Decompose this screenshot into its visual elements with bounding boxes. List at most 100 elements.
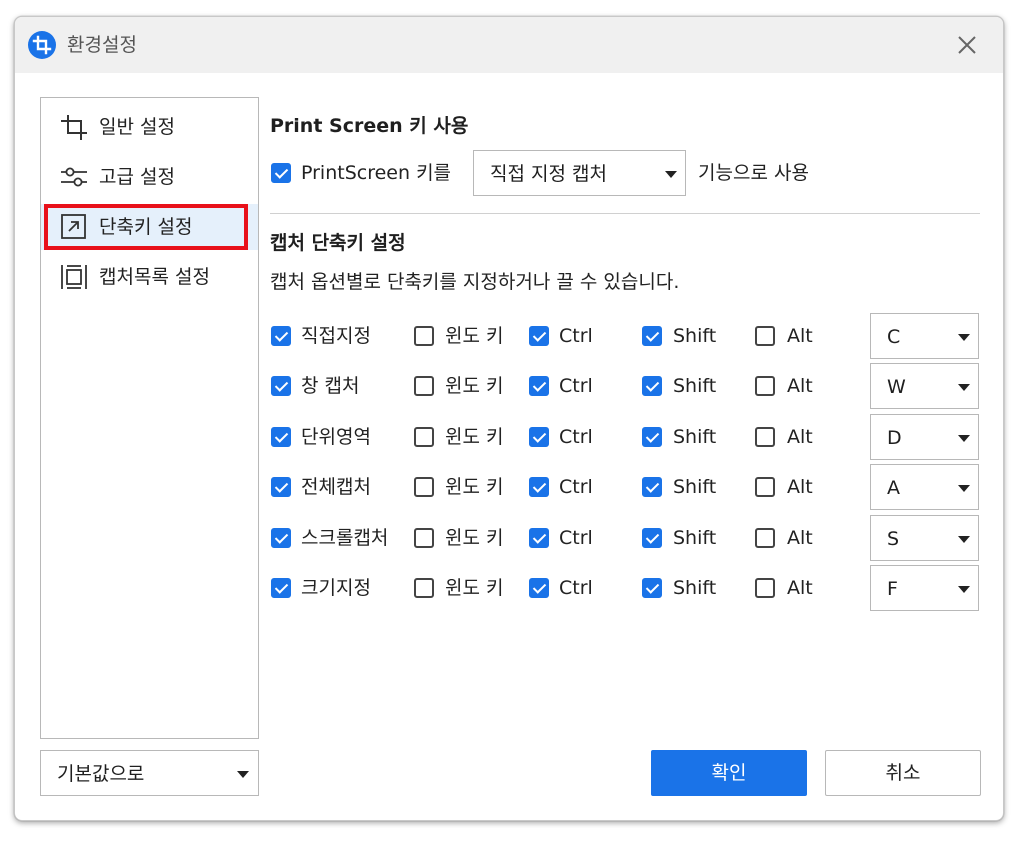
divider <box>270 213 980 214</box>
win-key-checkbox[interactable] <box>414 326 434 346</box>
chevron-down-icon <box>958 485 970 492</box>
shortcut-key-value: S <box>887 528 900 550</box>
sidebar: 일반 설정 고급 설정 단축키 설정 캡처목록 설정 <box>40 97 259 739</box>
alt-label: Alt <box>787 426 813 448</box>
shortcut-section-title: 캡처 단축키 설정 <box>270 232 406 254</box>
shortcut-key-select[interactable]: D <box>870 414 979 460</box>
ctrl-label: Ctrl <box>559 527 593 549</box>
alt-checkbox[interactable] <box>755 376 775 396</box>
printscreen-mode-select[interactable]: 직접 지정 캡처 <box>473 150 686 196</box>
sliders-icon <box>59 163 89 191</box>
shortcut-name: 크기지정 <box>301 577 371 599</box>
shift-checkbox[interactable] <box>642 578 662 598</box>
shift-label: Shift <box>673 527 717 549</box>
win-key-checkbox[interactable] <box>414 427 434 447</box>
default-values-dropdown[interactable]: 기본값으로 <box>40 750 259 796</box>
alt-checkbox[interactable] <box>755 528 775 548</box>
app-logo-icon <box>28 31 56 59</box>
ok-button[interactable]: 확인 <box>651 750 807 796</box>
win-key-label: 윈도 키 <box>445 527 504 549</box>
shortcut-enable-checkbox[interactable] <box>271 528 291 548</box>
alt-label: Alt <box>787 375 813 397</box>
win-key-checkbox[interactable] <box>414 528 434 548</box>
shortcut-name: 전체캡처 <box>301 476 371 498</box>
ctrl-checkbox[interactable] <box>529 578 549 598</box>
printscreen-mode-value: 직접 지정 캡처 <box>490 163 607 185</box>
win-key-checkbox[interactable] <box>414 477 434 497</box>
alt-checkbox[interactable] <box>755 427 775 447</box>
shift-checkbox[interactable] <box>642 326 662 346</box>
shortcut-name: 단위영역 <box>301 426 371 448</box>
shortcut-enable-checkbox[interactable] <box>271 427 291 447</box>
shortcut-enable-checkbox[interactable] <box>271 578 291 598</box>
alt-label: Alt <box>787 476 813 498</box>
sidebar-item-label: 캡처목록 설정 <box>99 266 210 288</box>
shift-label: Shift <box>673 325 717 347</box>
printscreen-section-title: Print Screen 키 사용 <box>270 115 469 137</box>
ctrl-checkbox[interactable] <box>529 477 549 497</box>
shift-label: Shift <box>673 577 717 599</box>
shift-label: Shift <box>673 375 717 397</box>
ctrl-checkbox[interactable] <box>529 326 549 346</box>
chevron-down-icon <box>958 384 970 391</box>
shortcut-key-value: A <box>887 477 900 499</box>
shortcut-key-select[interactable]: S <box>870 515 979 561</box>
shortcut-enable-checkbox[interactable] <box>271 477 291 497</box>
ctrl-label: Ctrl <box>559 325 593 347</box>
win-key-label: 윈도 키 <box>445 577 504 599</box>
sidebar-item-label: 단축키 설정 <box>99 216 193 238</box>
ctrl-label: Ctrl <box>559 476 593 498</box>
chevron-down-icon <box>958 586 970 593</box>
shortcut-key-value: W <box>887 376 906 398</box>
chevron-down-icon <box>958 334 970 341</box>
win-key-label: 윈도 키 <box>445 375 504 397</box>
sidebar-item-advanced[interactable]: 고급 설정 <box>41 154 258 200</box>
sidebar-item-general[interactable]: 일반 설정 <box>41 104 258 150</box>
printscreen-checkbox[interactable] <box>271 163 291 183</box>
shift-checkbox[interactable] <box>642 477 662 497</box>
ctrl-checkbox[interactable] <box>529 427 549 447</box>
ctrl-checkbox[interactable] <box>529 376 549 396</box>
win-key-checkbox[interactable] <box>414 578 434 598</box>
shortcut-key-select[interactable]: C <box>870 313 979 359</box>
win-key-label: 윈도 키 <box>445 426 504 448</box>
close-icon[interactable] <box>953 31 981 59</box>
window-title: 환경설정 <box>67 34 137 56</box>
shortcut-key-select[interactable]: W <box>870 363 979 409</box>
alt-checkbox[interactable] <box>755 578 775 598</box>
ctrl-label: Ctrl <box>559 577 593 599</box>
shortcut-arrow-icon <box>59 213 89 241</box>
ctrl-checkbox[interactable] <box>529 528 549 548</box>
sidebar-item-capture-list[interactable]: 캡처목록 설정 <box>41 254 258 300</box>
shortcut-key-select[interactable]: F <box>870 565 979 611</box>
shift-checkbox[interactable] <box>642 427 662 447</box>
title-bar: 환경설정 <box>15 17 1003 73</box>
shortcut-key-value: F <box>887 578 898 600</box>
alt-checkbox[interactable] <box>755 477 775 497</box>
ctrl-label: Ctrl <box>559 426 593 448</box>
printscreen-suffix: 기능으로 사용 <box>698 162 809 184</box>
alt-checkbox[interactable] <box>755 326 775 346</box>
win-key-checkbox[interactable] <box>414 376 434 396</box>
sidebar-item-shortcuts[interactable]: 단축키 설정 <box>41 204 258 250</box>
shift-checkbox[interactable] <box>642 528 662 548</box>
default-values-label: 기본값으로 <box>57 763 145 785</box>
capture-list-icon <box>59 263 89 291</box>
alt-label: Alt <box>787 577 813 599</box>
shortcut-key-select[interactable]: A <box>870 464 979 510</box>
shift-label: Shift <box>673 476 717 498</box>
shortcut-enable-checkbox[interactable] <box>271 376 291 396</box>
ctrl-label: Ctrl <box>559 375 593 397</box>
shortcut-description: 캡처 옵션별로 단축키를 지정하거나 끌 수 있습니다. <box>270 271 680 293</box>
chevron-down-icon <box>237 771 249 778</box>
alt-label: Alt <box>787 527 813 549</box>
shift-label: Shift <box>673 426 717 448</box>
shortcut-enable-checkbox[interactable] <box>271 326 291 346</box>
chevron-down-icon <box>958 435 970 442</box>
win-key-label: 윈도 키 <box>445 325 504 347</box>
sidebar-item-label: 고급 설정 <box>99 166 175 188</box>
chevron-down-icon <box>958 536 970 543</box>
shortcut-name: 직접지정 <box>301 325 371 347</box>
shift-checkbox[interactable] <box>642 376 662 396</box>
cancel-button[interactable]: 취소 <box>825 750 981 796</box>
